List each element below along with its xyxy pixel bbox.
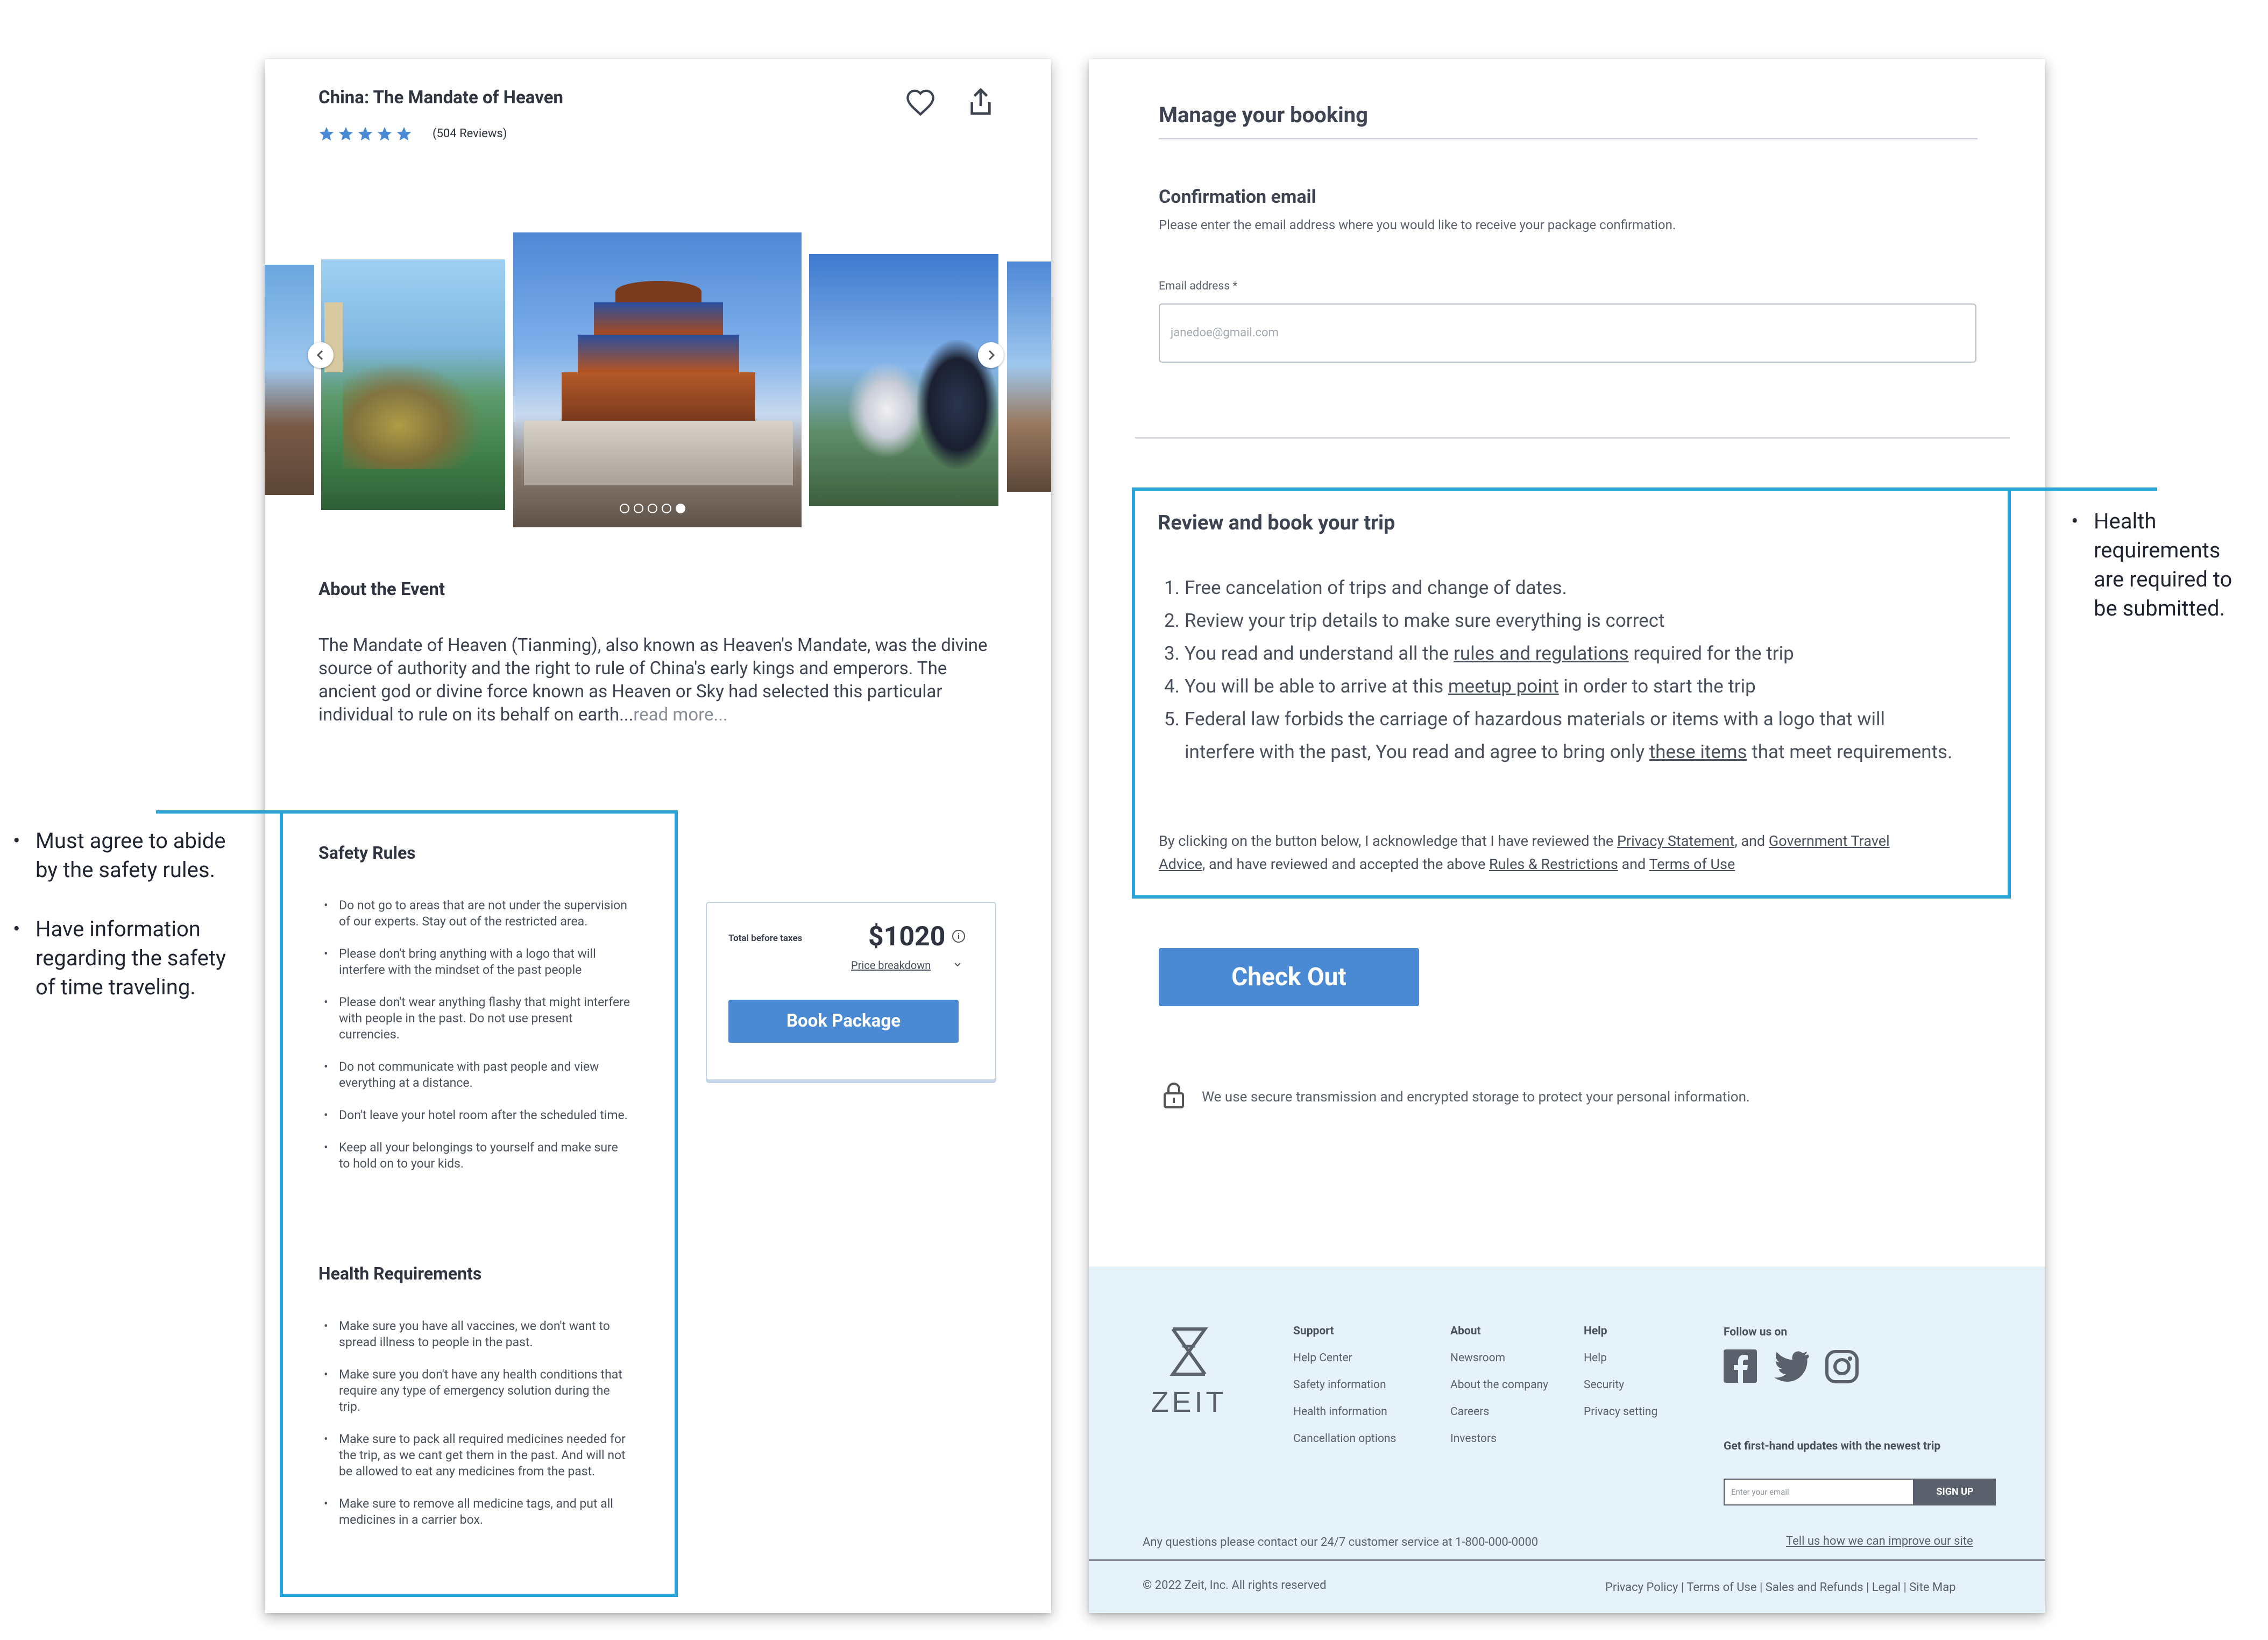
email-input[interactable]: janedoe@gmail.com — [1159, 303, 1976, 363]
annotation-line: • Have information — [13, 915, 226, 944]
annotation-line: are required to — [2094, 567, 2232, 592]
about-heading: About the Event — [318, 579, 445, 600]
updates-label: Get first-hand updates with the newest t… — [1724, 1440, 1941, 1453]
star-icon — [357, 126, 373, 144]
star-icon — [377, 126, 393, 144]
chevron-right-icon — [988, 350, 995, 360]
footer-link[interactable]: Health information — [1293, 1405, 1396, 1418]
carousel-dot[interactable] — [648, 504, 657, 513]
footer-link[interactable]: Newsroom — [1450, 1352, 1548, 1365]
carousel-dots — [620, 504, 685, 513]
footer-link[interactable]: Safety information — [1293, 1379, 1396, 1391]
footer-link[interactable]: Help — [1584, 1352, 1657, 1365]
price-amount: $1020 — [868, 921, 946, 952]
safety-highlight-outline — [280, 810, 678, 1597]
manage-booking-heading: Manage your booking — [1159, 102, 1368, 128]
carousel-image-temple — [513, 232, 802, 527]
carousel-image-battle — [321, 259, 505, 510]
footer-column-heading: About — [1450, 1325, 1481, 1338]
confirmation-heading: Confirmation email — [1159, 186, 1316, 208]
carousel-next-button[interactable] — [978, 342, 1004, 368]
review-count: (504 Reviews) — [433, 127, 507, 140]
carousel-dot[interactable] — [620, 504, 629, 513]
site-footer: ZEIT Support Help Center Safety informatio… — [1089, 1267, 2045, 1613]
annotation-line: requirements — [2094, 538, 2221, 563]
footer-column: Help Help Security Privacy setting — [1584, 1325, 1657, 1432]
footer-link[interactable]: About the company — [1450, 1379, 1548, 1391]
zeit-logo: ZEIT — [1142, 1325, 1236, 1416]
book-package-button[interactable]: Book Package — [728, 1000, 959, 1043]
lock-icon — [1162, 1081, 1186, 1109]
annotation-line: of time traveling. — [36, 974, 196, 1000]
star-icon — [396, 126, 412, 144]
footer-link[interactable]: Cancellation options — [1293, 1432, 1396, 1445]
star-icon — [338, 126, 354, 144]
sign-up-button[interactable]: SIGN UP — [1914, 1479, 1996, 1505]
newsletter-placeholder: Enter your email — [1731, 1487, 1789, 1497]
customer-service-note: Any questions please contact our 24/7 cu… — [1143, 1536, 1539, 1549]
carousel-image-edge-right — [1007, 261, 1051, 492]
footer-column: About Newsroom About the company Careers Inv… — [1450, 1325, 1548, 1459]
annotation-bullet: • — [2071, 508, 2079, 534]
footer-column-heading: Help — [1584, 1325, 1607, 1338]
email-placeholder: janedoe@gmail.com — [1171, 326, 1279, 340]
star-icon — [318, 126, 335, 144]
event-title: China: The Mandate of Heaven — [318, 87, 564, 108]
share-icon[interactable] — [967, 87, 994, 117]
footer-link[interactable]: Privacy setting — [1584, 1405, 1657, 1418]
annotation-line: regarding the safety — [36, 945, 226, 971]
heart-icon[interactable] — [905, 88, 936, 116]
footer-column: Support Help Center Safety information Heal… — [1293, 1325, 1396, 1459]
confirmation-desc: Please enter the email address where you… — [1159, 217, 1676, 232]
twitter-icon[interactable] — [1772, 1351, 1810, 1382]
check-out-button[interactable]: Check Out — [1159, 948, 1419, 1006]
price-label: Total before taxes — [728, 933, 803, 944]
instagram-icon[interactable] — [1825, 1349, 1859, 1384]
divider — [1159, 138, 1978, 139]
facebook-icon[interactable] — [1724, 1349, 1757, 1383]
about-text: The Mandate of Heaven (Tianming), also k… — [318, 634, 991, 726]
footer-column-heading: Support — [1293, 1325, 1334, 1338]
newsletter-email-input[interactable]: Enter your email — [1724, 1479, 1914, 1505]
carousel-image-warriors — [809, 254, 998, 506]
read-more-link[interactable]: read more... — [633, 704, 727, 725]
secure-note: We use secure transmission and encrypted… — [1202, 1089, 1750, 1105]
annotation-bullet: • — [13, 916, 20, 942]
carousel-image-edge-left — [265, 265, 314, 495]
price-card: Total before taxes $1020 i Price breakdo… — [706, 902, 996, 1080]
carousel-prev-button[interactable] — [308, 342, 334, 368]
email-label: Email address * — [1159, 280, 1238, 293]
carousel-dot[interactable] — [662, 504, 671, 513]
copyright: © 2022 Zeit, Inc. All rights reserved — [1143, 1579, 1327, 1592]
image-carousel — [265, 226, 1051, 527]
review-highlight-outline — [1132, 487, 2011, 899]
improve-site-link[interactable]: Tell us how we can improve our site — [1786, 1535, 1973, 1548]
annotation-left-1: • Must agree to abide by the safety rules. — [13, 826, 226, 885]
footer-link[interactable]: Careers — [1450, 1405, 1548, 1418]
divider — [1135, 437, 2010, 439]
footer-link[interactable]: Help Center — [1293, 1352, 1396, 1365]
footer-divider — [1089, 1559, 2045, 1561]
carousel-dot[interactable] — [634, 504, 643, 513]
legal-links[interactable]: Privacy Policy | Terms of Use | Sales an… — [1605, 1581, 1956, 1594]
star-rating — [318, 126, 412, 144]
annotation-line: • Health — [2071, 507, 2232, 536]
annotation-connector-left — [156, 810, 283, 814]
annotation-line: by the safety rules. — [36, 857, 216, 882]
annotation-right: • Health requirements are required to be sub… — [2071, 507, 2232, 623]
carousel-dot[interactable] — [676, 504, 685, 513]
annotation-left-2: • Have information regarding the safety of … — [13, 915, 226, 1002]
chevron-down-icon — [953, 960, 962, 969]
info-icon[interactable]: i — [952, 930, 965, 943]
footer-link[interactable]: Security — [1584, 1379, 1657, 1391]
annotation-bullet: • — [13, 828, 20, 853]
annotation-line: • Must agree to abide — [13, 826, 226, 856]
annotation-connector-right — [2010, 487, 2157, 491]
annotation-line: be submitted. — [2094, 596, 2226, 621]
brand-name: ZEIT — [1151, 1386, 1227, 1416]
footer-link[interactable]: Investors — [1450, 1432, 1548, 1445]
price-breakdown-link[interactable]: Price breakdown — [851, 959, 931, 972]
chevron-left-icon — [316, 350, 323, 360]
follow-label: Follow us on — [1724, 1326, 1788, 1339]
